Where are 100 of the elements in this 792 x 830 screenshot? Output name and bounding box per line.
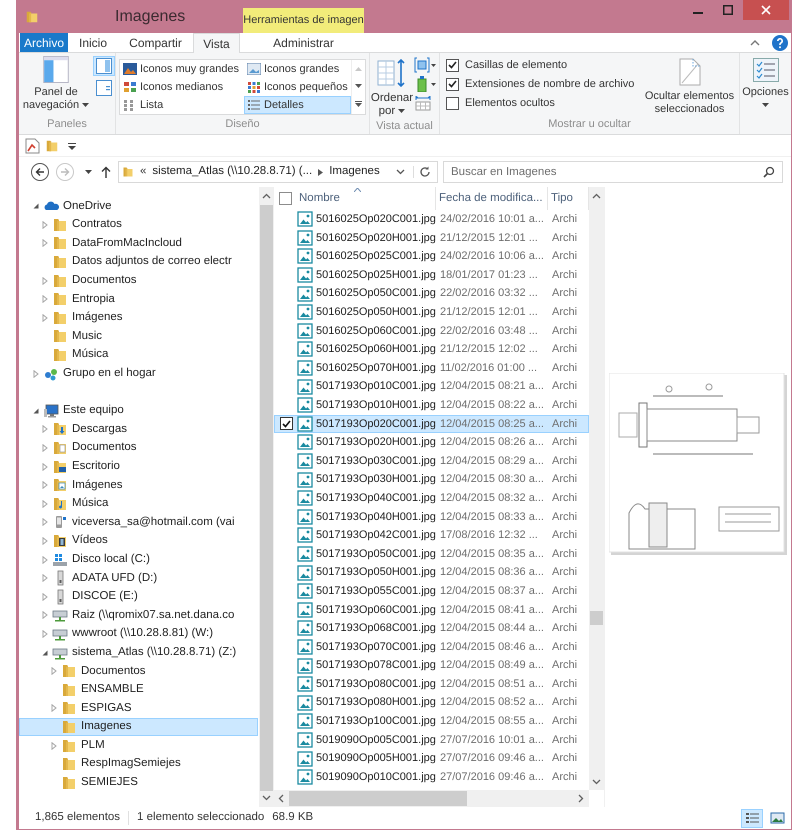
file-name[interactable]: 5017193Op078C001.jpg — [316, 657, 436, 674]
file-name[interactable]: 5017193Op055C001.jpg — [316, 582, 436, 600]
layout-option[interactable]: Iconos medianos — [120, 78, 244, 96]
expand-arrow-icon[interactable] — [41, 239, 49, 248]
file-name[interactable]: 5016025Op060H001.jpg — [316, 341, 436, 358]
file-row[interactable]: 5019090Op010C001.jpg 27/07/2016 09:46 a... Archi — [274, 768, 589, 786]
ribbon-tab[interactable]: Inicio — [68, 33, 118, 52]
file-name[interactable]: 5017193Op042C001.jpg — [316, 527, 436, 544]
scrollbar-thumb[interactable] — [260, 205, 273, 791]
file-row[interactable]: 5017193Op020C001.jpg 12/04/2015 08:25 a... Archi — [274, 414, 589, 434]
tree-item[interactable]: Raiz (\\qromix07.sa.net.dana.co — [19, 606, 258, 625]
expand-arrow-icon[interactable] — [41, 276, 49, 285]
options-button[interactable]: Opciones — [742, 53, 790, 134]
expand-arrow-icon[interactable] — [41, 556, 49, 564]
navigation-pane-button[interactable]: Panel de navegación — [21, 53, 91, 116]
tree-item[interactable]: SEMIEJES — [19, 773, 258, 792]
expand-arrow-icon[interactable] — [41, 592, 49, 601]
file-name[interactable]: 5019090Op010C001.jpg — [316, 768, 436, 786]
file-name[interactable]: 5016025Op020H001.jpg — [316, 230, 436, 246]
layout-option[interactable]: Detalles — [244, 96, 351, 114]
ribbon-tab[interactable]: Compartir — [118, 33, 193, 52]
scroll-down-icon[interactable] — [355, 84, 362, 88]
group-by-icon[interactable] — [414, 57, 436, 73]
file-name[interactable]: 5016025Op070H001.jpg — [316, 360, 436, 376]
expand-arrow-icon[interactable] — [50, 742, 58, 750]
expand-arrow-icon[interactable] — [41, 500, 49, 508]
expand-arrow-icon[interactable] — [32, 370, 40, 378]
customize-toolbar-icon[interactable] — [68, 142, 76, 150]
file-row[interactable]: 5016025Op025C001.jpg 24/02/2016 10:06 a... Archi — [274, 247, 589, 266]
file-row[interactable]: 5017193Op050H001.jpg 12/04/2015 08:36 a... Archi — [274, 563, 589, 582]
properties-icon[interactable] — [25, 138, 40, 154]
tree-item[interactable]: Imágenes — [19, 308, 258, 328]
file-row[interactable]: 5016025Op020H001.jpg 21/12/2015 12:01 ... Archi — [274, 228, 589, 248]
details-pane-button[interactable] — [93, 78, 115, 98]
tree-item[interactable]: Documentos — [19, 438, 258, 458]
fit-columns-icon[interactable] — [414, 95, 432, 111]
file-row[interactable]: 5016025Op060H001.jpg 21/12/2015 12:02 ... Archi — [274, 340, 589, 359]
tree-item[interactable]: Documentos — [19, 662, 258, 680]
file-name[interactable]: 5017193Op050C001.jpg — [316, 546, 436, 562]
scroll-up-icon[interactable] — [592, 193, 601, 199]
tree-item[interactable]: Escritorio — [19, 457, 258, 476]
tree-item[interactable]: Vídeos — [19, 532, 258, 550]
file-name[interactable]: 5016025Op050H001.jpg — [316, 304, 436, 321]
file-row[interactable]: 5017193Op100C001.jpg 12/04/2015 08:55 a... Archi — [274, 712, 589, 731]
file-row[interactable]: 5017193Op078C001.jpg 12/04/2015 08:49 a... Archi — [274, 656, 589, 675]
file-name[interactable]: 5016025Op020C001.jpg — [316, 211, 436, 228]
file-name[interactable]: 5016025Op025C001.jpg — [316, 248, 436, 265]
scrollbar-thumb[interactable] — [289, 791, 467, 806]
file-name[interactable]: 5017193Op100C001.jpg — [316, 713, 436, 730]
file-name[interactable]: 5017193Op040H001.jpg — [316, 508, 436, 526]
search-icon[interactable] — [763, 166, 775, 178]
sort-by-button[interactable]: Ordenar por — [370, 53, 414, 118]
collapse-arrow-icon[interactable] — [41, 648, 49, 657]
checkbox[interactable] — [446, 58, 459, 72]
file-row[interactable]: 5017193Op020H001.jpg 12/04/2015 08:26 a... Archi — [274, 433, 589, 452]
tree-item[interactable]: RespImagSemiejes — [19, 754, 258, 774]
checkbox[interactable] — [446, 96, 459, 110]
tree-item[interactable]: Imagenes — [19, 718, 258, 736]
file-row[interactable]: 5017193Op010C001.jpg 12/04/2015 08:21 a... Archi — [274, 377, 589, 396]
file-row[interactable]: 5016025Op025H001.jpg 18/01/2017 01:23 ... Archi — [274, 266, 589, 284]
tree-item[interactable]: Música — [19, 346, 258, 364]
file-row[interactable]: 5017193Op010H001.jpg 12/04/2015 08:22 a... Archi — [274, 396, 589, 415]
ribbon-tab[interactable]: Vista — [193, 33, 240, 53]
file-row[interactable]: 5019090Op005C001.jpg 27/07/2016 10:01 a... Archi — [274, 730, 589, 750]
scrollbar-thumb[interactable] — [590, 611, 603, 625]
ribbon-tab[interactable]: Archivo — [20, 33, 68, 52]
tree-item[interactable]: wwwroot (\\10.28.8.81) (W:) — [19, 624, 258, 644]
tree-item[interactable]: Contratos — [19, 216, 258, 234]
tree-item[interactable]: ESPIGAS — [19, 699, 258, 718]
expand-arrow-icon[interactable] — [50, 667, 58, 676]
checkbox[interactable] — [446, 78, 459, 90]
back-button[interactable] — [31, 163, 49, 181]
scroll-right-icon[interactable] — [578, 794, 584, 803]
checkbox[interactable] — [280, 417, 292, 430]
tree-item[interactable]: Grupo en el hogar — [19, 364, 258, 383]
file-row[interactable]: 5016025Op050C001.jpg 22/02/2016 03:32 ... Archi — [274, 284, 589, 303]
expand-arrow-icon[interactable] — [41, 444, 49, 452]
file-row[interactable]: 5019090Op005H001.jpg 27/07/2016 09:46 a... Archi — [274, 749, 589, 768]
file-name[interactable]: 5017193Op060C001.jpg — [316, 602, 436, 618]
breadcrumb[interactable]: sistema_Atlas (\\10.28.8.71) (... — [152, 163, 312, 181]
scroll-down-icon[interactable] — [592, 779, 601, 785]
file-row[interactable]: 5017193Op070C001.jpg 12/04/2015 08:46 a... Archi — [274, 638, 589, 656]
preview-pane-button[interactable] — [93, 56, 115, 76]
expand-arrow-icon[interactable] — [41, 630, 49, 638]
file-name[interactable]: 5017193Op030H001.jpg — [316, 471, 436, 488]
close-button[interactable] — [743, 0, 789, 20]
file-row[interactable]: 5016025Op060C001.jpg 22/02/2016 03:48 ... Archi — [274, 322, 589, 340]
expand-arrow-icon[interactable] — [41, 425, 49, 434]
file-name[interactable]: 5016025Op050C001.jpg — [316, 285, 436, 302]
collapse-arrow-icon[interactable] — [32, 202, 40, 210]
file-row[interactable]: 5017193Op040H001.jpg 12/04/2015 08:33 a... Archi — [274, 508, 589, 526]
search-field[interactable]: Buscar en Imagenes — [443, 161, 783, 183]
layout-option[interactable]: Lista — [120, 96, 244, 114]
help-icon[interactable] — [772, 34, 788, 50]
recent-locations-icon[interactable] — [85, 170, 92, 174]
file-row[interactable]: 5017193Op068C001.jpg 12/04/2015 08:44 a... Archi — [274, 619, 589, 638]
file-row[interactable]: 5017193Op080H001.jpg 12/04/2015 08:52 a... Archi — [274, 693, 589, 712]
expand-arrow-icon[interactable] — [41, 481, 49, 490]
select-all-checkbox[interactable] — [278, 192, 292, 205]
file-row[interactable]: 5017193Op060C001.jpg 12/04/2015 08:41 a... Archi — [274, 600, 589, 620]
